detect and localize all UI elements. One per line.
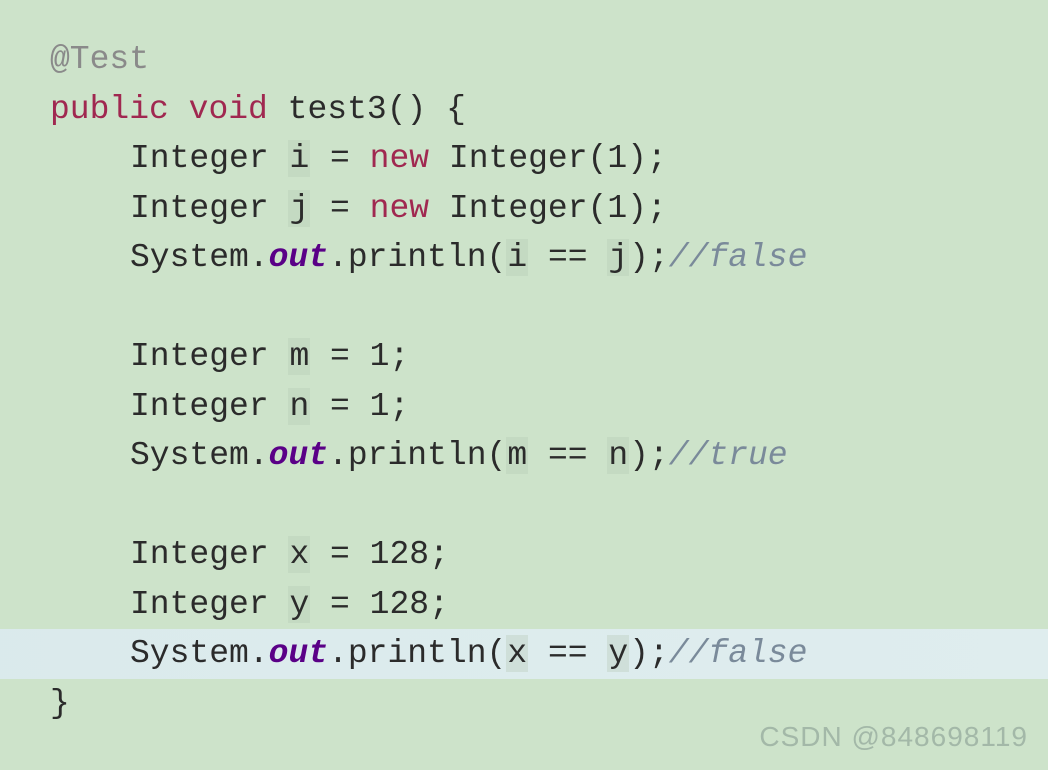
class-system: System	[130, 635, 249, 672]
comment-true: //true	[669, 437, 788, 474]
line-print-xy: System.out.println(x == y);//false	[0, 629, 1048, 679]
line-decl-j: Integer j = new Integer(1);	[50, 184, 1008, 234]
field-out: out	[269, 437, 328, 474]
op-eq: ==	[548, 635, 588, 672]
var-i: i	[288, 140, 310, 177]
watermark: CSDN @848698119	[759, 716, 1028, 758]
literal-128: 128	[370, 536, 429, 573]
keyword-void: void	[189, 91, 268, 128]
type-integer: Integer	[130, 586, 269, 623]
literal-1: 1	[607, 190, 627, 227]
comment-false-1: //false	[669, 239, 808, 276]
type-integer: Integer	[130, 388, 269, 425]
parens: ()	[387, 91, 427, 128]
literal-1: 1	[607, 140, 627, 177]
op-eq: ==	[548, 437, 588, 474]
line-print-mn: System.out.println(m == n);//true	[50, 431, 1008, 481]
var-y-ref: y	[607, 635, 629, 672]
line-decl-i: Integer i = new Integer(1);	[50, 134, 1008, 184]
field-out: out	[269, 239, 328, 276]
class-system: System	[130, 437, 249, 474]
var-n-ref: n	[607, 437, 629, 474]
var-x-ref: x	[506, 635, 528, 672]
line-blank-1	[50, 283, 1008, 333]
method-name: test3	[288, 91, 387, 128]
line-decl-x: Integer x = 128;	[50, 530, 1008, 580]
keyword-new: new	[370, 190, 429, 227]
var-m: m	[288, 338, 310, 375]
method-println: println	[348, 437, 487, 474]
class-system: System	[130, 239, 249, 276]
method-println: println	[348, 239, 487, 276]
op-eq: ==	[548, 239, 588, 276]
line-decl-y: Integer y = 128;	[50, 580, 1008, 630]
var-j: j	[288, 190, 310, 227]
brace-open: {	[446, 91, 466, 128]
brace-close: }	[50, 685, 70, 722]
var-x: x	[288, 536, 310, 573]
keyword-new: new	[370, 140, 429, 177]
field-out: out	[269, 635, 328, 672]
line-annotation: @Test	[50, 35, 1008, 85]
var-j-ref: j	[607, 239, 629, 276]
var-y: y	[288, 586, 310, 623]
line-method-signature: public void test3() {	[50, 85, 1008, 135]
annotation-test: @Test	[50, 41, 149, 78]
line-decl-m: Integer m = 1;	[50, 332, 1008, 382]
keyword-public: public	[50, 91, 169, 128]
literal-128: 128	[370, 586, 429, 623]
line-decl-n: Integer n = 1;	[50, 382, 1008, 432]
type-integer: Integer	[130, 338, 269, 375]
method-println: println	[348, 635, 487, 672]
type-integer: Integer	[130, 140, 269, 177]
line-blank-2	[50, 481, 1008, 531]
var-n: n	[288, 388, 310, 425]
constructor-integer: Integer	[449, 140, 588, 177]
constructor-integer: Integer	[449, 190, 588, 227]
literal-1: 1	[370, 338, 390, 375]
line-print-ij: System.out.println(i == j);//false	[50, 233, 1008, 283]
var-i-ref: i	[506, 239, 528, 276]
comment-false-2: //false	[669, 635, 808, 672]
code-block: @Test public void test3() { Integer i = …	[50, 35, 1008, 728]
type-integer: Integer	[130, 190, 269, 227]
type-integer: Integer	[130, 536, 269, 573]
literal-1: 1	[370, 388, 390, 425]
var-m-ref: m	[506, 437, 528, 474]
